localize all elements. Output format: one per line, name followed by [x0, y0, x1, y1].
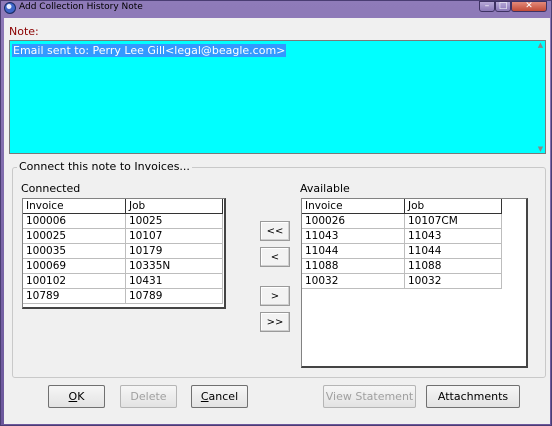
app-icon [4, 2, 16, 14]
move-left-button[interactable]: < [260, 247, 290, 267]
table-row[interactable]: 11044 11044 [302, 244, 502, 259]
invoice-cell: 11044 [302, 244, 405, 259]
move-right-button[interactable]: > [260, 286, 290, 306]
minimize-button[interactable]: – [479, 1, 495, 12]
table-row[interactable]: 11043 11043 [302, 229, 502, 244]
connected-label: Connected [21, 182, 81, 195]
column-header[interactable]: Invoice [23, 199, 126, 214]
table-row[interactable]: 100069 10335N [23, 259, 223, 274]
job-cell: 10032 [405, 274, 502, 289]
available-label: Available [300, 182, 350, 195]
job-cell: 11044 [405, 244, 502, 259]
column-header[interactable]: Invoice [302, 199, 405, 214]
ok-button[interactable]: OK [48, 385, 105, 408]
job-cell: 11088 [405, 259, 502, 274]
invoice-cell: 11088 [302, 259, 405, 274]
cancel-label: ancel [208, 390, 239, 403]
maximize-icon: □ [498, 1, 508, 11]
invoice-cell: 100026 [302, 214, 405, 229]
scroll-up-icon[interactable]: ▲ [538, 41, 543, 49]
available-grid: Invoice Job 100026 10107CM 11043 11043 11044 11… [302, 199, 502, 289]
view-statement-button[interactable]: View Statement [323, 385, 416, 408]
scroll-down-icon[interactable]: ▼ [538, 145, 543, 153]
invoice-cell: 100035 [23, 244, 126, 259]
minimize-icon: – [484, 1, 490, 11]
ok-label: K [77, 390, 85, 403]
note-textarea[interactable]: Email sent to: Perry Lee Gill<legal@beag… [9, 40, 546, 154]
note-text: Email sent to: Perry Lee Gill<legal@beag… [12, 44, 287, 57]
job-cell: 10107CM [405, 214, 502, 229]
grid-header: Invoice Job [302, 199, 502, 214]
job-cell: 10431 [126, 274, 223, 289]
table-row[interactable]: 10032 10032 [302, 274, 502, 289]
column-header[interactable]: Job [126, 199, 223, 214]
move-all-left-button[interactable]: << [260, 221, 290, 241]
attachments-button[interactable]: Attachments [426, 385, 520, 408]
note-scrollbar[interactable]: ▲ ▼ [536, 41, 545, 153]
dialog-body: Note: Email sent to: Perry Lee Gill<lega… [4, 18, 550, 424]
table-row[interactable]: 100035 10179 [23, 244, 223, 259]
invoices-groupbox: Connect this note to Invoices... Connect… [12, 160, 546, 378]
table-row[interactable]: 100025 10107 [23, 229, 223, 244]
note-label: Note: [9, 25, 39, 38]
invoice-cell: 100069 [23, 259, 126, 274]
window-title: Add Collection History Note [19, 2, 143, 12]
column-header[interactable]: Job [405, 199, 502, 214]
table-row[interactable]: 11088 11088 [302, 259, 502, 274]
table-row[interactable]: 100006 10025 [23, 214, 223, 229]
invoice-cell: 100102 [23, 274, 126, 289]
table-row[interactable]: 100026 10107CM [302, 214, 502, 229]
job-cell: 10335N [126, 259, 223, 274]
job-cell: 10789 [126, 289, 223, 304]
table-row[interactable]: 10789 10789 [23, 289, 223, 304]
close-icon: ✕ [525, 1, 533, 11]
grid-header: Invoice Job [23, 199, 223, 214]
invoice-cell: 11043 [302, 229, 405, 244]
cancel-button[interactable]: Cancel [191, 385, 248, 408]
invoice-cell: 100006 [23, 214, 126, 229]
invoice-cell: 100025 [23, 229, 126, 244]
job-cell: 10025 [126, 214, 223, 229]
close-button[interactable]: ✕ [511, 1, 547, 12]
table-row[interactable]: 100102 10431 [23, 274, 223, 289]
title-bar[interactable]: Add Collection History Note – □ ✕ [1, 1, 551, 16]
invoices-group-title: Connect this note to Invoices... [17, 160, 192, 173]
invoice-cell: 10789 [23, 289, 126, 304]
ok-mnemonic: O [68, 390, 78, 403]
dialog-window: Add Collection History Note – □ ✕ Note: … [0, 0, 552, 426]
available-list[interactable]: Invoice Job 100026 10107CM 11043 11043 11044 11… [301, 198, 528, 368]
cancel-mnemonic: C [200, 390, 209, 403]
delete-button[interactable]: Delete [120, 385, 177, 408]
job-cell: 10179 [126, 244, 223, 259]
connected-grid: Invoice Job 100006 10025 100025 10107 100035 10… [23, 199, 223, 304]
connected-list[interactable]: Invoice Job 100006 10025 100025 10107 100035 10… [22, 198, 226, 309]
job-cell: 10107 [126, 229, 223, 244]
move-all-right-button[interactable]: >> [260, 312, 290, 332]
job-cell: 11043 [405, 229, 502, 244]
invoice-cell: 10032 [302, 274, 405, 289]
maximize-button[interactable]: □ [495, 1, 511, 12]
